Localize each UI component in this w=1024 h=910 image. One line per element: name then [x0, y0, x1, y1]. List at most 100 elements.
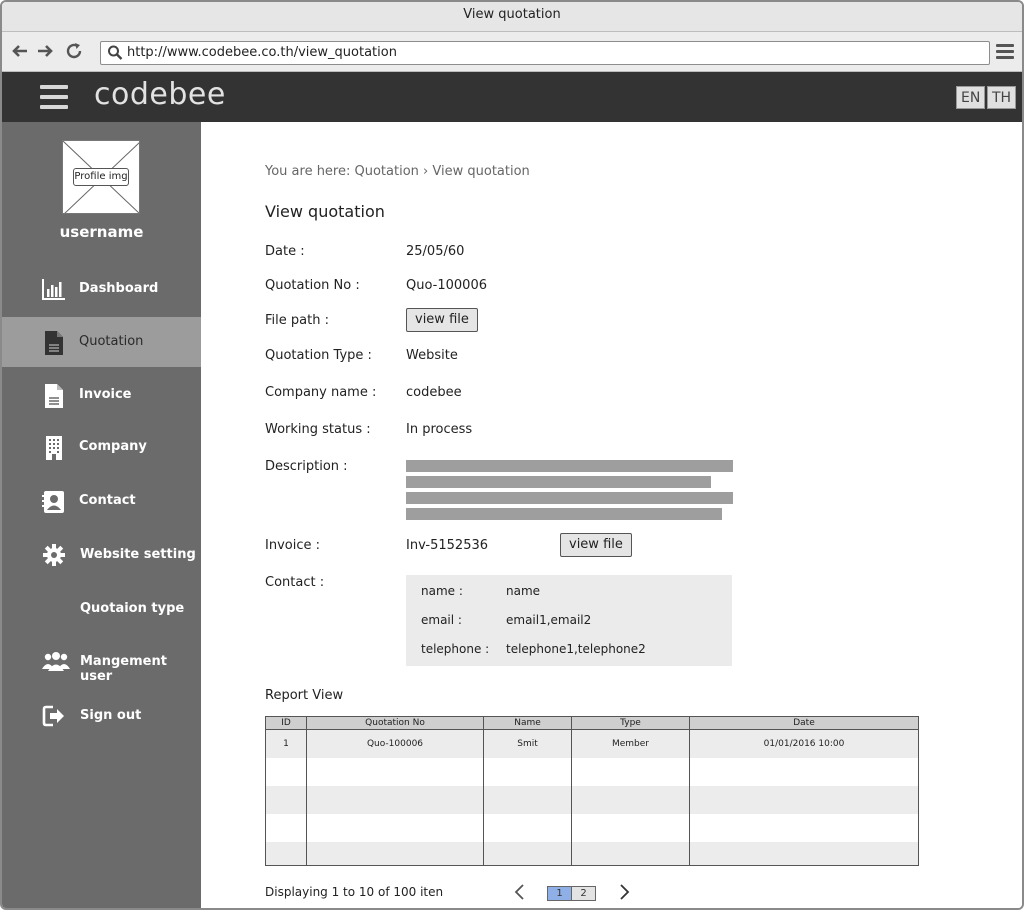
quotation-type-label: Quotation Type : — [265, 348, 372, 363]
sidebar-item-label: Invoice — [79, 387, 132, 402]
report-view-title: Report View — [265, 688, 344, 703]
document-icon — [42, 330, 66, 355]
contact-label: Contact : — [265, 575, 325, 590]
column-header-id[interactable]: ID — [265, 716, 307, 730]
view-file-button[interactable]: view file — [406, 308, 478, 332]
sidebar-item-label: Company — [79, 439, 147, 454]
date-value: 25/05/60 — [406, 244, 465, 259]
contact-telephone-label: telephone : — [421, 642, 490, 656]
invoice-label: Invoice : — [265, 538, 320, 553]
back-arrow-icon[interactable] — [10, 41, 30, 61]
sidebar-item-label: Mangement user — [80, 654, 167, 684]
window-title: View quotation — [2, 2, 1022, 32]
sidebar-item-label: Dashboard — [79, 281, 159, 296]
sidebar-item-label: Quotation — [79, 334, 144, 349]
cell-id: 1 — [265, 729, 307, 758]
table-header-row: ID Quotation No Name Type Date — [265, 716, 919, 730]
sidebar-item-label: Quotaion type — [80, 601, 185, 616]
search-icon — [107, 44, 123, 62]
sidebar-item-dashboard[interactable]: Dashboard — [2, 264, 201, 314]
sidebar-item-label: Sign out — [80, 708, 142, 723]
contact-card-icon — [42, 489, 66, 513]
description-text-placeholder — [406, 508, 722, 520]
lang-th-button[interactable]: TH — [987, 86, 1017, 109]
app-header: codebee EN TH — [2, 72, 1022, 122]
lang-en-button[interactable]: EN — [956, 86, 986, 109]
invoice-view-file-button[interactable]: view file — [560, 533, 632, 557]
description-text-placeholder — [406, 476, 711, 488]
invoice-value: Inv-5152536 — [406, 538, 489, 553]
breadcrumb-separator-icon: › — [423, 164, 429, 179]
quotation-no-label: Quotation No : — [265, 278, 360, 293]
sidebar: Profile img username Dashboard Quotation… — [2, 122, 201, 908]
table-row — [265, 757, 919, 786]
gear-icon — [42, 543, 66, 567]
sidebar-item-sign-out[interactable]: Sign out — [2, 691, 201, 741]
browser-menu-icon[interactable] — [996, 44, 1014, 60]
invoice-icon — [42, 383, 66, 408]
browser-window: View quotation http://www.codebee.co.th/… — [0, 0, 1024, 910]
brand-logo: codebee — [94, 77, 226, 112]
sidebar-item-website-setting[interactable]: Website setting — [2, 530, 201, 580]
page-title: View quotation — [265, 202, 385, 221]
chevron-right-icon[interactable] — [616, 883, 632, 901]
contact-details: name : name email : email1,email2 teleph… — [406, 575, 732, 666]
chevron-left-icon[interactable] — [512, 883, 528, 901]
sign-out-icon — [42, 704, 66, 728]
sidebar-item-quotation-type[interactable]: Quotaion type — [2, 584, 201, 634]
building-icon — [42, 435, 66, 460]
sidebar-item-contact[interactable]: Contact — [2, 476, 201, 526]
cell-quotation-no: Quo-100006 — [306, 729, 484, 758]
profile-img-label: Profile img — [73, 168, 129, 186]
contact-name-value: name — [506, 584, 541, 598]
main-content: You are here: Quotation › View quotation… — [201, 122, 1022, 908]
address-bar: http://www.codebee.co.th/view_quotation — [2, 32, 1022, 72]
sidebar-item-management-user[interactable]: Mangement user — [2, 637, 201, 687]
page-1-button[interactable]: 1 — [547, 886, 572, 901]
column-header-name[interactable]: Name — [483, 716, 572, 730]
company-name-value: codebee — [406, 385, 462, 400]
contact-telephone-value: telephone1,telephone2 — [506, 642, 646, 656]
quotation-type-value: Website — [406, 348, 458, 363]
sidebar-item-quotation[interactable]: Quotation — [2, 317, 201, 367]
column-header-type[interactable]: Type — [571, 716, 690, 730]
pagination-info: Displaying 1 to 10 of 100 iten — [265, 885, 444, 899]
sidebar-item-invoice[interactable]: Invoice — [2, 370, 201, 420]
cell-date: 01/01/2016 10:00 — [689, 729, 919, 758]
table-row — [265, 813, 919, 842]
contact-email-value: email1,email2 — [506, 613, 592, 627]
cell-name: Smit — [483, 729, 572, 758]
url-input[interactable]: http://www.codebee.co.th/view_quotation — [100, 41, 990, 65]
cell-type: Member — [571, 729, 690, 758]
contact-email-label: email : — [421, 613, 462, 627]
sidebar-item-company[interactable]: Company — [2, 422, 201, 472]
description-text-placeholder — [406, 460, 733, 472]
description-label: Description : — [265, 459, 348, 474]
working-status-label: Working status : — [265, 422, 371, 437]
sidebar-item-label: Contact — [79, 493, 136, 508]
users-icon — [42, 650, 70, 674]
url-text: http://www.codebee.co.th/view_quotation — [127, 45, 397, 60]
breadcrumb-link-quotation[interactable]: You are here: Quotation — [265, 164, 419, 179]
file-path-label: File path : — [265, 313, 329, 328]
contact-name-label: name : — [421, 584, 463, 598]
table-row — [265, 841, 919, 866]
username: username — [59, 223, 144, 241]
working-status-value: In process — [406, 422, 473, 437]
reload-icon[interactable] — [64, 41, 84, 61]
forward-arrow-icon[interactable] — [35, 41, 55, 61]
description-text-placeholder — [406, 492, 733, 504]
report-table: ID Quotation No Name Type Date 1 Quo-100… — [265, 716, 919, 866]
company-name-label: Company name : — [265, 385, 377, 400]
bar-chart-icon — [42, 277, 66, 301]
breadcrumb: You are here: Quotation › View quotation — [265, 164, 530, 179]
page-2-button[interactable]: 2 — [571, 886, 596, 901]
sidebar-item-label: Website setting — [80, 547, 196, 562]
breadcrumb-current: View quotation — [432, 164, 530, 179]
table-row[interactable]: 1 Quo-100006 Smit Member 01/01/2016 10:0… — [265, 729, 919, 758]
hamburger-menu-icon[interactable] — [40, 85, 68, 111]
profile-image-placeholder: Profile img — [62, 140, 140, 214]
column-header-quotation-no[interactable]: Quotation No — [306, 716, 484, 730]
table-row — [265, 785, 919, 814]
column-header-date[interactable]: Date — [689, 716, 919, 730]
